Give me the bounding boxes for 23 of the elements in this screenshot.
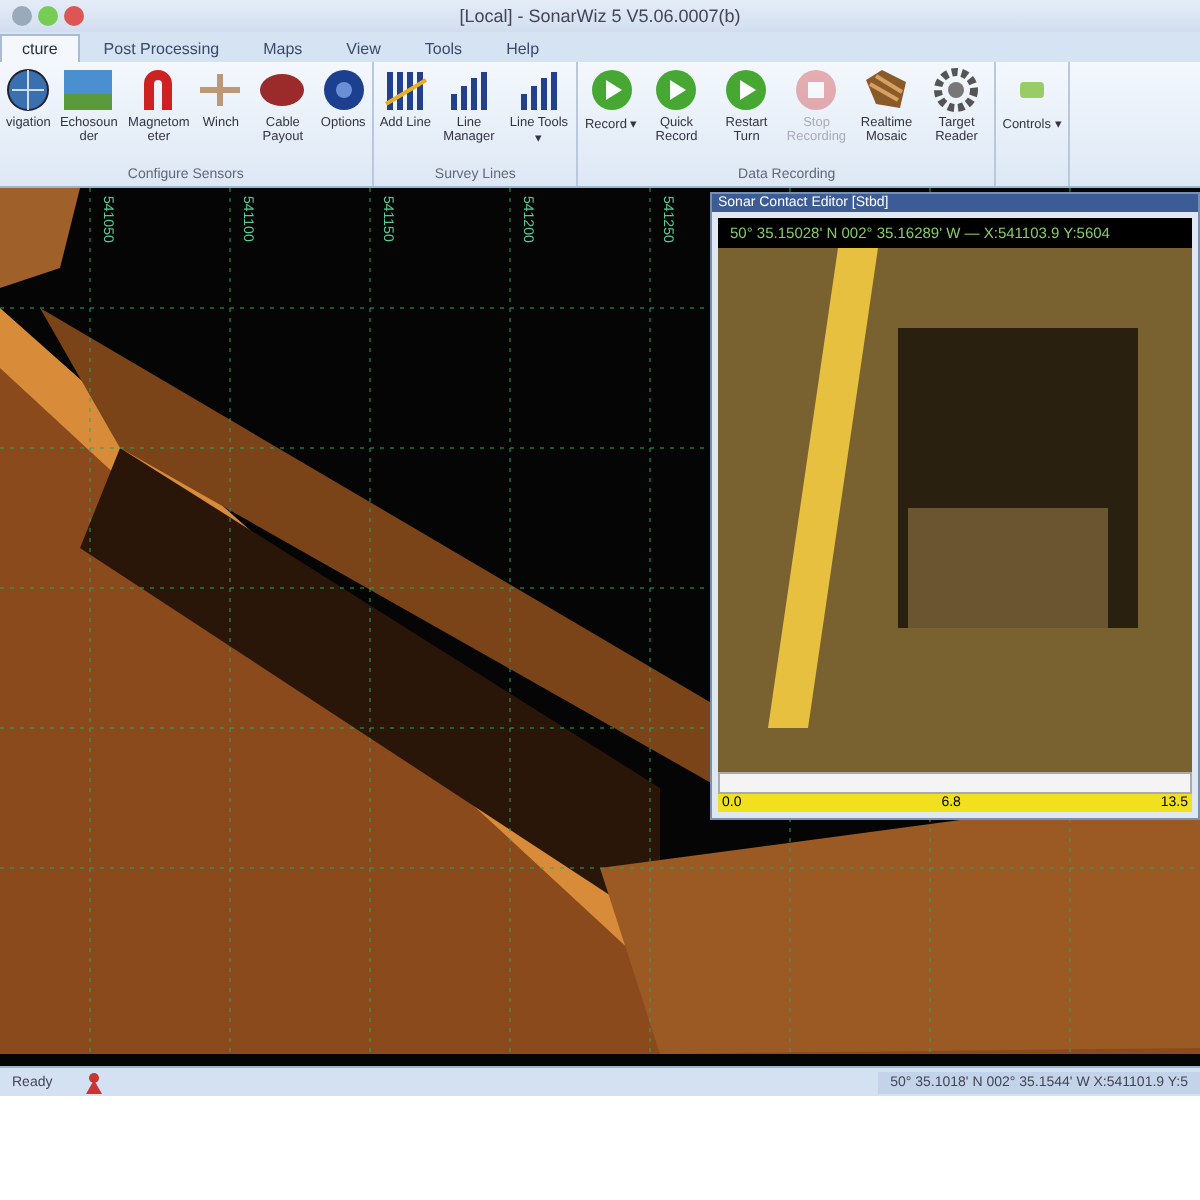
bar-chart-icon [516,68,561,112]
cable-icon [258,68,307,112]
ribbon-tab[interactable]: Post Processing [83,36,240,62]
play-icon [589,68,634,112]
survey-lines-icon [383,68,428,112]
ribbon-tab[interactable]: Tools [404,36,483,62]
ribbon-tab[interactable]: cture [0,34,80,62]
ribbon-tab[interactable]: Maps [243,36,323,62]
gear-icon [934,68,979,112]
stop-icon [794,68,839,112]
scrollbar[interactable] [718,772,1192,794]
bar-chart-icon [446,68,491,112]
winch-icon [196,68,245,112]
mosaic-icon [862,68,911,112]
play-icon [724,68,769,112]
ribbon-tab[interactable]: View [326,36,401,62]
ribbon-tab[interactable]: Help [486,36,560,62]
person-icon [84,1071,105,1093]
picture-icon [62,68,115,112]
play-icon [654,68,699,112]
globe-icon [6,68,51,112]
window-title: [Local] - SonarWiz 5 V5.06.0007(b) [459,6,741,26]
globe-icon [321,68,366,112]
